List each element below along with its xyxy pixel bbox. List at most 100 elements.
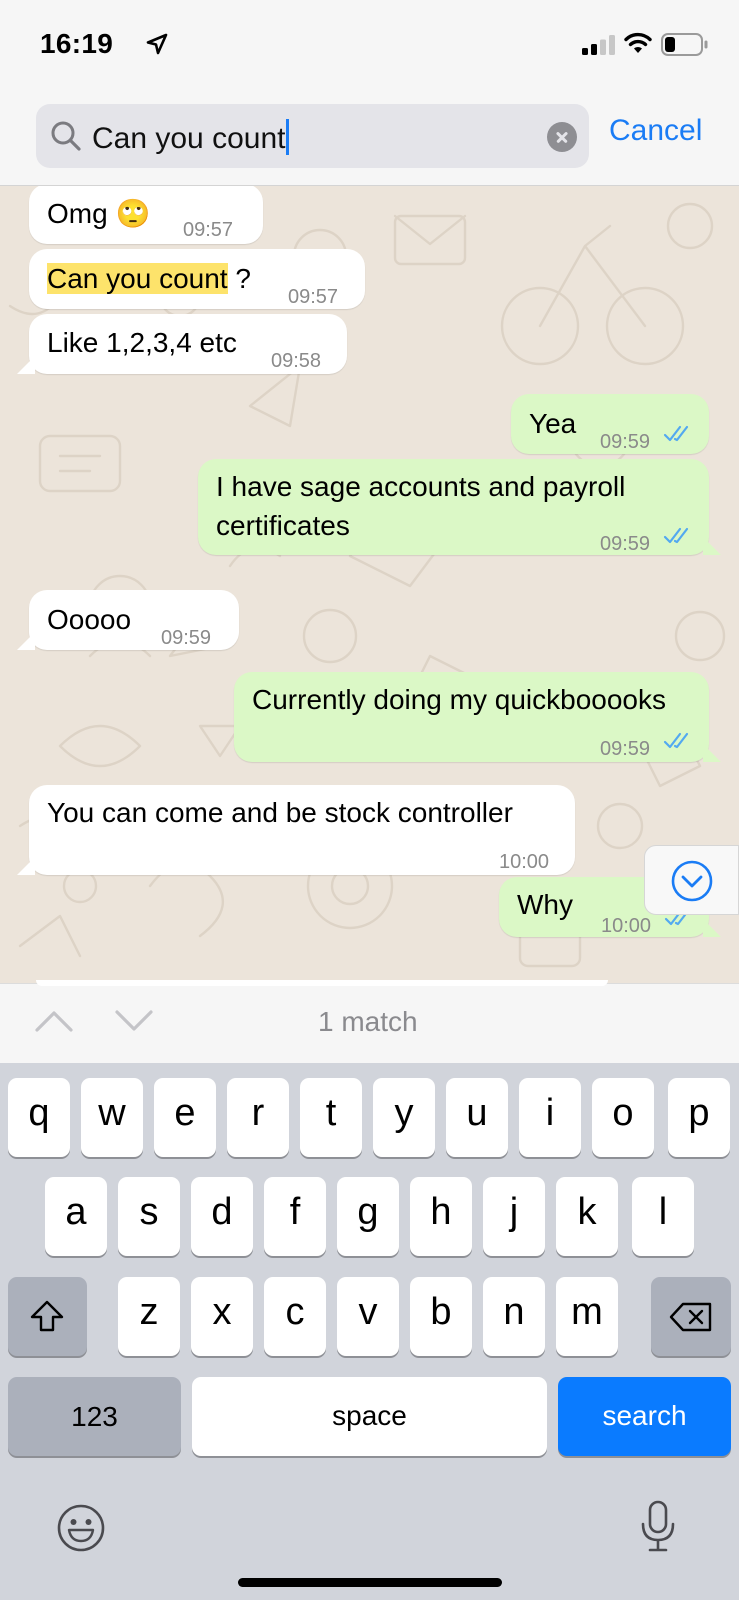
key-o[interactable]: o xyxy=(592,1078,654,1157)
key-label: d xyxy=(211,1191,233,1233)
previous-match-chevron-up-icon[interactable] xyxy=(34,1008,74,1034)
key-label: s xyxy=(139,1191,159,1233)
home-indicator xyxy=(238,1578,502,1587)
search-match-bar: 1 match xyxy=(0,980,739,1063)
key-e[interactable]: e xyxy=(154,1078,216,1157)
key-s[interactable]: s xyxy=(118,1177,180,1256)
clear-search-icon[interactable] xyxy=(547,122,577,152)
message-time: 09:57 xyxy=(288,286,339,308)
message-text: Currently doing my quickbooooks xyxy=(252,684,666,715)
key-w[interactable]: w xyxy=(81,1078,143,1157)
message-text-rest: ? xyxy=(227,263,251,294)
key-k[interactable]: k xyxy=(556,1177,618,1256)
key-x[interactable]: x xyxy=(191,1277,253,1356)
key-label: n xyxy=(503,1291,525,1333)
backspace-icon xyxy=(669,1302,712,1332)
key-label: space xyxy=(332,1400,407,1431)
key-label: l xyxy=(658,1191,668,1233)
search-key[interactable]: search xyxy=(558,1377,731,1456)
key-v[interactable]: v xyxy=(337,1277,399,1356)
key-label: k xyxy=(577,1191,597,1233)
key-label: j xyxy=(509,1191,519,1233)
key-label: v xyxy=(358,1291,378,1333)
key-d[interactable]: d xyxy=(191,1177,253,1256)
partial-message-bubble xyxy=(36,980,608,986)
message-bubble-incoming[interactable]: Can you count ? 09:57 xyxy=(29,249,365,309)
key-b[interactable]: b xyxy=(410,1277,472,1356)
microphone-icon[interactable] xyxy=(638,1500,678,1554)
text-caret xyxy=(286,119,290,155)
message-text: Why xyxy=(517,889,573,920)
cellular-signal-icon xyxy=(582,35,615,55)
chevron-down-circle-icon xyxy=(671,860,713,902)
space-key[interactable]: space xyxy=(192,1377,547,1456)
message-bubble-incoming[interactable]: Omg 🙄 09:57 xyxy=(29,186,263,244)
key-t[interactable]: t xyxy=(300,1078,362,1157)
key-label: a xyxy=(65,1191,87,1233)
message-text-line: I have sage accounts and payroll xyxy=(216,471,626,502)
scroll-to-bottom-button[interactable] xyxy=(644,845,739,915)
key-label: t xyxy=(325,1092,337,1134)
key-label: e xyxy=(174,1092,196,1134)
search-icon xyxy=(51,121,81,151)
numbers-key[interactable]: 123 xyxy=(8,1377,181,1456)
message-bubble-incoming[interactable]: You can come and be stock controller 10:… xyxy=(17,785,575,875)
message-bubble-incoming[interactable]: Ooooo 09:59 xyxy=(17,590,239,650)
key-m[interactable]: m xyxy=(556,1277,618,1356)
message-bubble-outgoing[interactable]: Yea 09:59 xyxy=(511,394,709,454)
chat-area[interactable]: Omg 🙄 09:57 Can you count ? 09:57 Like 1… xyxy=(0,186,739,983)
key-n[interactable]: n xyxy=(483,1277,545,1356)
key-h[interactable]: h xyxy=(410,1177,472,1256)
status-bar: 16:19 xyxy=(0,0,739,90)
match-count: 1 match xyxy=(318,1006,418,1037)
key-g[interactable]: g xyxy=(337,1177,399,1256)
key-label: o xyxy=(612,1092,634,1134)
key-u[interactable]: u xyxy=(446,1078,508,1157)
key-label: u xyxy=(466,1092,488,1134)
battery-icon xyxy=(661,33,708,56)
key-c[interactable]: c xyxy=(264,1277,326,1356)
key-label: y xyxy=(394,1092,414,1134)
message-text: Like 1,2,3,4 etc xyxy=(47,327,237,358)
double-check-read-icon xyxy=(663,732,689,749)
location-arrow-icon xyxy=(146,33,168,55)
emoji-icon[interactable] xyxy=(56,1503,106,1553)
wifi-icon xyxy=(624,32,652,53)
key-label: 123 xyxy=(71,1401,118,1432)
message-time: 09:59 xyxy=(161,627,212,649)
key-label: g xyxy=(357,1191,379,1233)
cancel-button[interactable]: Cancel xyxy=(609,114,702,148)
key-p[interactable]: p xyxy=(668,1078,730,1157)
search-field[interactable]: Can you count xyxy=(36,104,589,168)
message-text: Can you count ? xyxy=(47,259,251,299)
shift-icon xyxy=(30,1300,64,1332)
key-i[interactable]: i xyxy=(519,1078,581,1157)
key-q[interactable]: q xyxy=(8,1078,70,1157)
key-l[interactable]: l xyxy=(632,1177,694,1256)
double-check-read-icon xyxy=(663,425,689,442)
key-a[interactable]: a xyxy=(45,1177,107,1256)
backspace-key[interactable] xyxy=(651,1277,731,1356)
key-j[interactable]: j xyxy=(483,1177,545,1256)
search-query: Can you count xyxy=(92,122,286,155)
search-header: Can you count Cancel xyxy=(0,90,739,186)
key-y[interactable]: y xyxy=(373,1078,435,1157)
key-f[interactable]: f xyxy=(264,1177,326,1256)
key-label: search xyxy=(602,1400,687,1431)
key-label: b xyxy=(430,1291,452,1333)
search-match-highlight: Can you count xyxy=(47,263,228,294)
message-bubble-outgoing[interactable]: I have sage accounts and payroll certifi… xyxy=(198,459,721,555)
message-time: 09:59 xyxy=(600,738,651,760)
shift-key[interactable] xyxy=(8,1277,87,1356)
next-match-chevron-down-icon[interactable] xyxy=(114,1008,154,1034)
key-label: r xyxy=(251,1092,265,1134)
message-bubble-outgoing[interactable]: Currently doing my quickbooooks 09:59 xyxy=(234,672,721,762)
message-bubble-incoming[interactable]: Like 1,2,3,4 etc 09:58 xyxy=(17,314,347,374)
key-z[interactable]: z xyxy=(118,1277,180,1356)
key-r[interactable]: r xyxy=(227,1078,289,1157)
key-label: c xyxy=(285,1291,305,1333)
key-label: z xyxy=(139,1291,159,1333)
message-text: Ooooo xyxy=(47,604,132,635)
message-time: 09:59 xyxy=(600,533,651,555)
search-input[interactable]: Can you count xyxy=(92,119,290,156)
